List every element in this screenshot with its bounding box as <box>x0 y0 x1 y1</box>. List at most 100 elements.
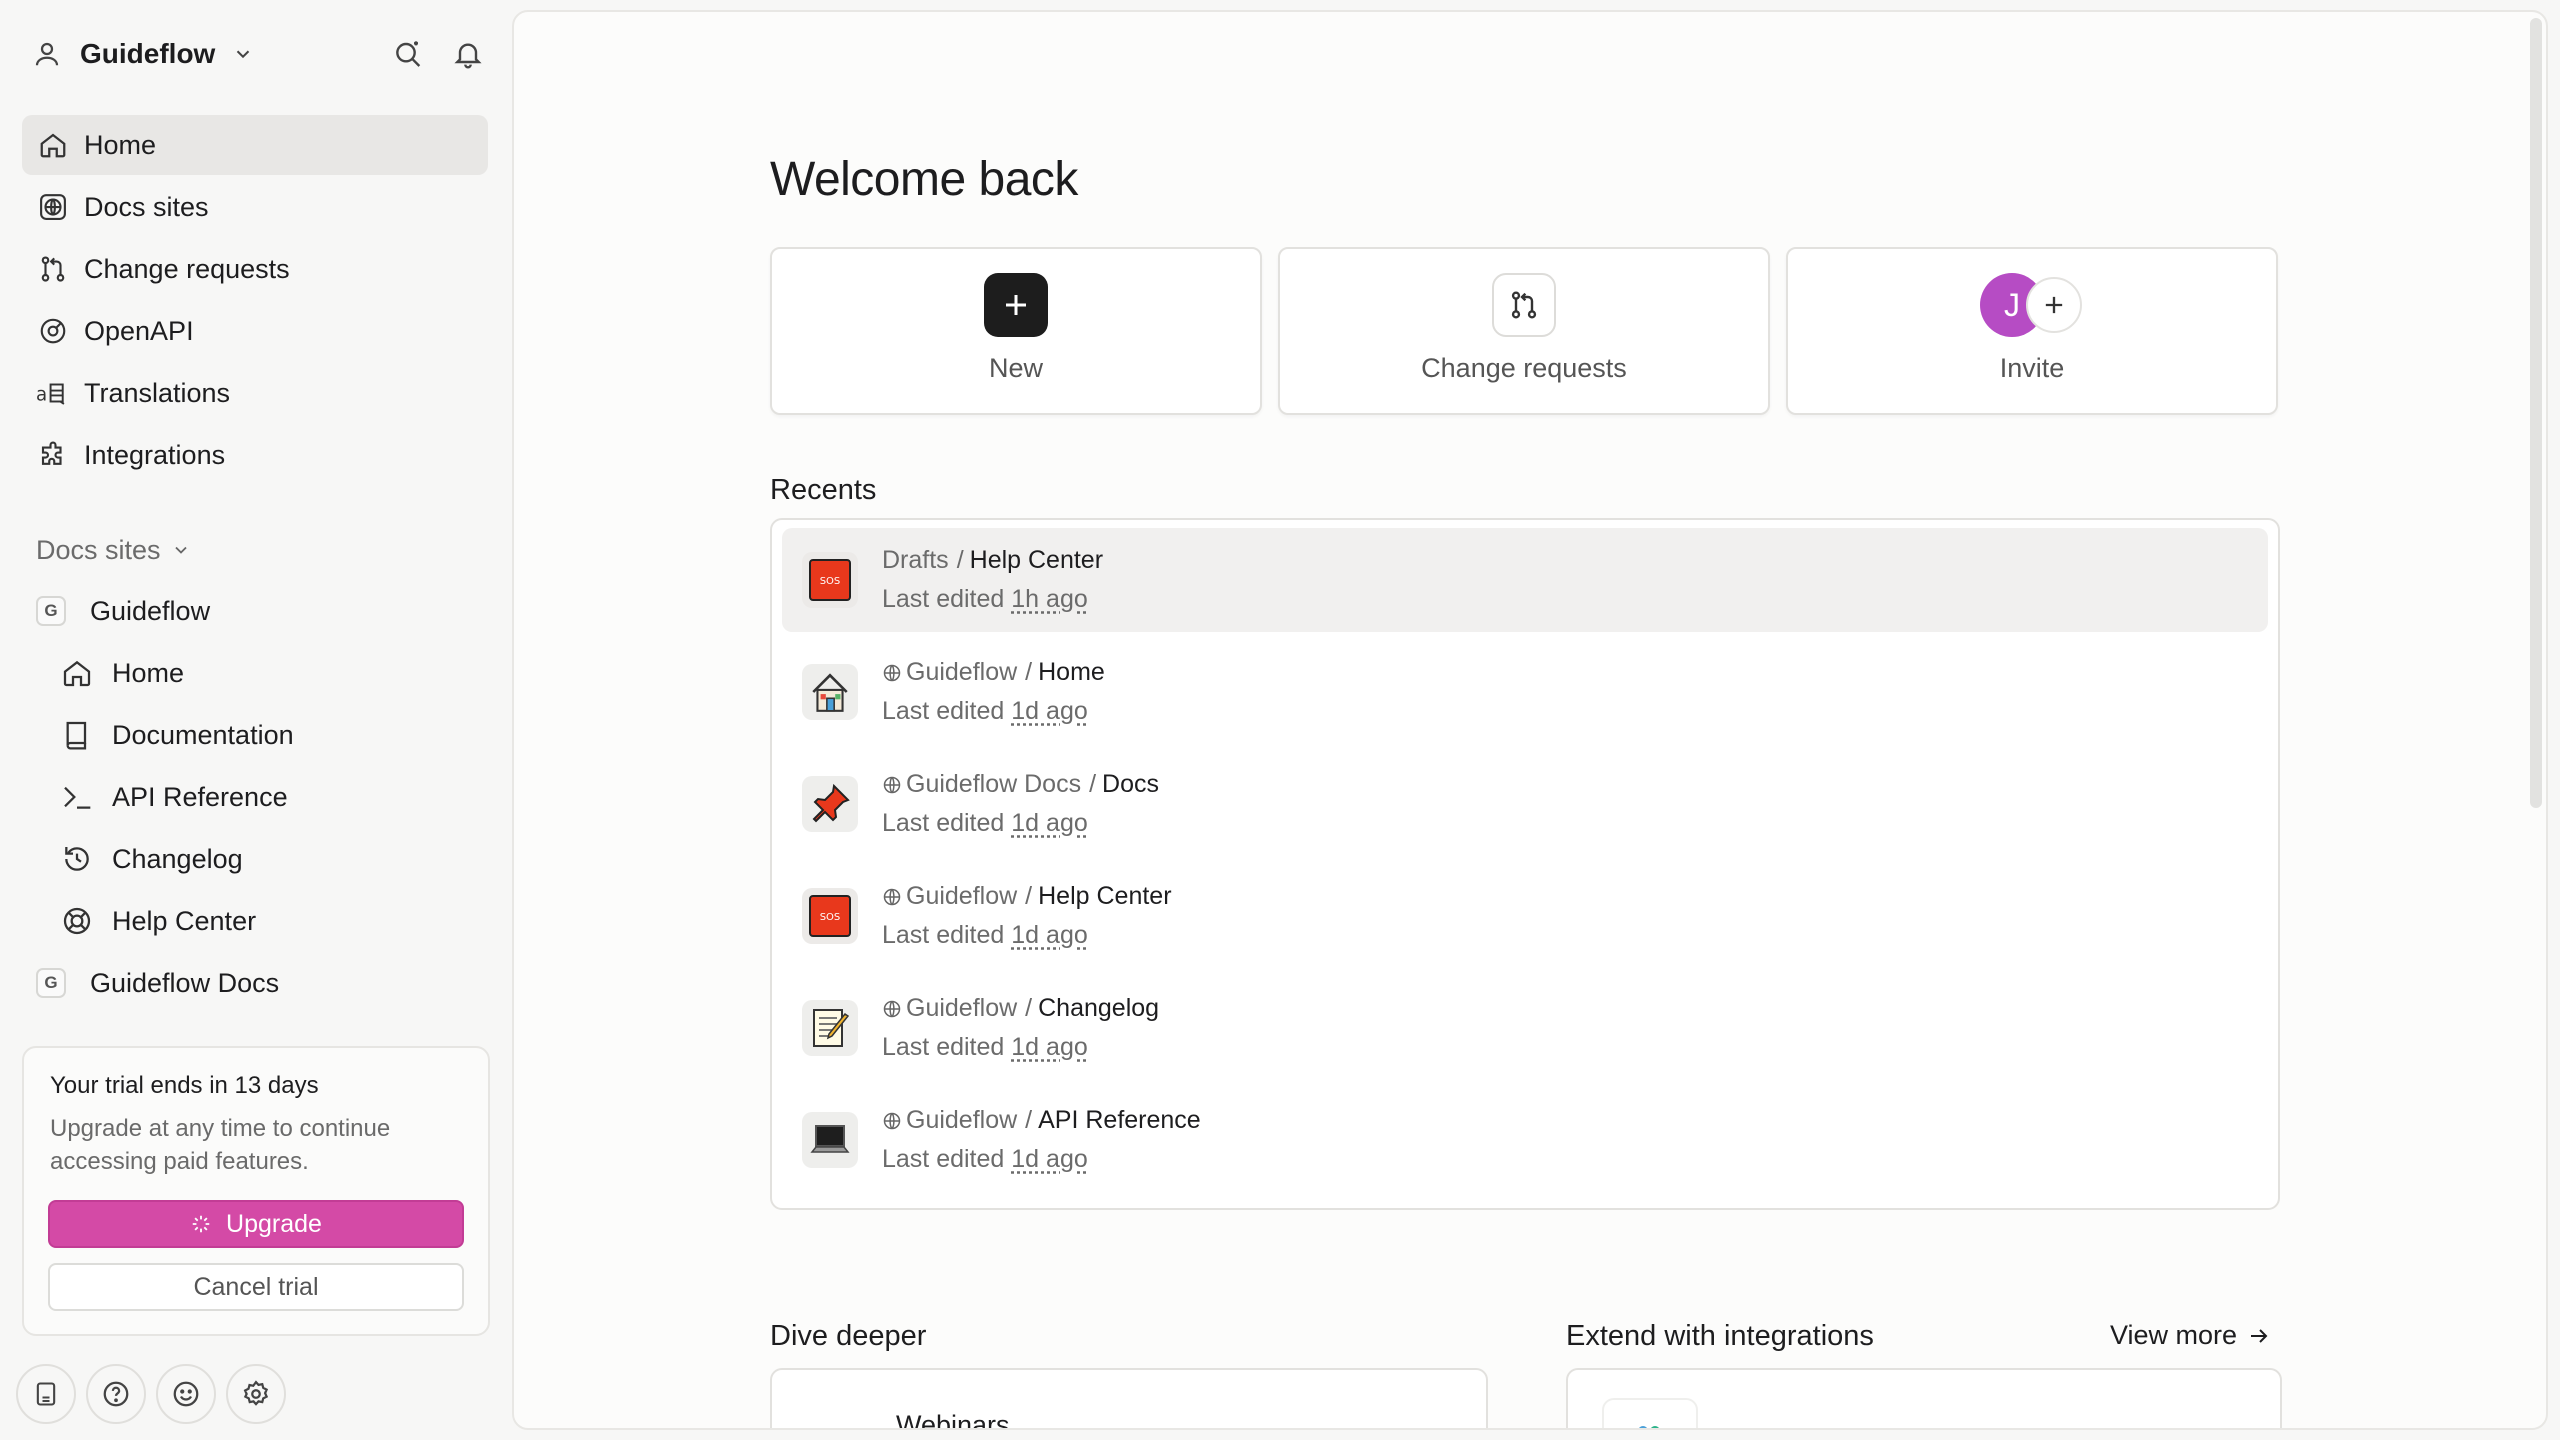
settings-gear-icon[interactable] <box>226 1364 286 1424</box>
feedback-smiley-icon[interactable] <box>156 1364 216 1424</box>
site-page-label: Help Center <box>112 905 257 936</box>
integration-logo-icon <box>1602 1398 1698 1428</box>
path-separator: / <box>956 546 964 574</box>
list-item[interactable]: SOS Drafts / Help Center Last edited 1h … <box>782 528 2268 632</box>
globe-icon <box>882 999 902 1019</box>
nav-label: Integrations <box>84 439 226 470</box>
timestamp: 1d ago <box>1011 921 1088 949</box>
space-name: Guideflow <box>906 994 1018 1022</box>
site-badge: G <box>36 596 66 626</box>
sidebar: Guideflow Home Docs sites Change request… <box>0 0 510 1440</box>
new-button[interactable]: New <box>770 247 1262 415</box>
header-actions <box>388 34 488 74</box>
site-name: Guideflow Docs <box>90 967 280 998</box>
main-panel: Welcome back New Change requests J Invit… <box>512 10 2548 1430</box>
recent-meta: Last edited 1d ago <box>882 921 1172 950</box>
page-name: Docs <box>1102 770 1159 798</box>
chevron-down-icon[interactable] <box>229 40 257 68</box>
nav-item-home[interactable]: Home <box>22 115 488 175</box>
page-name: Changelog <box>1038 994 1160 1022</box>
arrow-right-icon <box>2247 1324 2271 1348</box>
workspace-name[interactable]: Guideflow <box>80 38 215 70</box>
svg-text:SOS: SOS <box>820 912 841 923</box>
timestamp: 1d ago <box>1011 697 1088 725</box>
upgrade-button[interactable]: Upgrade <box>48 1200 464 1248</box>
puzzle-icon <box>36 438 70 472</box>
recent-texts: Drafts / Help Center Last edited 1h ago <box>882 546 1103 614</box>
scrollbar[interactable] <box>2530 18 2542 808</box>
recent-meta: Last edited 1d ago <box>882 809 1159 838</box>
site-page-api-reference[interactable]: API Reference <box>22 766 488 828</box>
openapi-icon <box>36 314 70 348</box>
app-window: Guideflow Home Docs sites Change request… <box>0 0 2560 1440</box>
list-item[interactable]: Guideflow / API Reference Last edited 1d… <box>782 1088 2268 1192</box>
space-name: Guideflow Docs <box>906 770 1082 798</box>
help-icon[interactable] <box>86 1364 146 1424</box>
site-badge: G <box>36 968 66 998</box>
webinars-card[interactable]: Webinars <box>770 1368 1488 1428</box>
nav-item-openapi[interactable]: OpenAPI <box>22 301 488 361</box>
invite-button[interactable]: J Invite <box>1786 247 2278 415</box>
change-requests-button[interactable]: Change requests <box>1278 247 1770 415</box>
user-icon[interactable] <box>28 35 66 73</box>
meta-prefix: Last edited <box>882 697 1005 725</box>
recent-meta: Last edited 1h ago <box>882 585 1103 614</box>
recent-meta: Last edited 1d ago <box>882 697 1105 726</box>
ai-search-icon[interactable] <box>388 34 428 74</box>
site-item-guideflow[interactable]: G Guideflow <box>22 580 488 642</box>
git-pull-icon <box>1492 273 1556 337</box>
upgrade-label: Upgrade <box>226 1209 322 1238</box>
nav-item-translations[interactable]: a Translations <box>22 363 488 423</box>
recents-list: SOS Drafts / Help Center Last edited 1h … <box>770 518 2280 1210</box>
view-more-label: View more <box>2110 1320 2238 1350</box>
timestamp: 1d ago <box>1011 1033 1088 1061</box>
page-name: API Reference <box>1038 1106 1201 1134</box>
site-item-guideflow-docs[interactable]: G Guideflow Docs <box>22 952 488 1014</box>
pushpin-icon <box>802 776 858 832</box>
site-page-help-center[interactable]: Help Center <box>22 890 488 952</box>
nav-label: OpenAPI <box>84 315 194 346</box>
site-page-label: Changelog <box>112 843 243 874</box>
home-icon <box>58 654 96 692</box>
workspace-header: Guideflow <box>28 30 488 78</box>
page-title: Welcome back <box>770 153 1078 206</box>
svg-text:SOS: SOS <box>820 576 841 587</box>
list-item[interactable]: Guideflow Docs / Docs Last edited 1d ago <box>782 752 2268 856</box>
nav-item-change-requests[interactable]: Change requests <box>22 239 488 299</box>
recent-texts: Guideflow / Changelog Last edited 1d ago <box>882 994 1159 1062</box>
list-item[interactable]: Guideflow / Changelog Last edited 1d ago <box>782 976 2268 1080</box>
view-more-link[interactable]: View more <box>2110 1320 2271 1351</box>
path-separator: / <box>1025 882 1033 910</box>
integration-card[interactable] <box>1566 1368 2282 1428</box>
site-page-documentation[interactable]: Documentation <box>22 704 488 766</box>
recent-texts: Guideflow / Home Last edited 1d ago <box>882 658 1105 726</box>
site-page-home[interactable]: Home <box>22 642 488 704</box>
meta-prefix: Last edited <box>882 1145 1005 1173</box>
meta-prefix: Last edited <box>882 1033 1005 1061</box>
path-separator: / <box>1025 994 1033 1022</box>
space-name: Guideflow <box>906 1106 1018 1134</box>
recent-texts: Guideflow / Help Center Last edited 1d a… <box>882 882 1172 950</box>
trial-description: Upgrade at any time to continue accessin… <box>50 1115 391 1175</box>
docs-sites-section-toggle[interactable]: Docs sites <box>36 530 191 570</box>
sos-icon: SOS <box>802 552 858 608</box>
list-item[interactable]: Guideflow / Home Last edited 1d ago <box>782 640 2268 744</box>
docs-book-icon[interactable] <box>16 1364 76 1424</box>
nav-item-docs-sites[interactable]: Docs sites <box>22 177 488 237</box>
plus-icon <box>984 273 1048 337</box>
memo-icon <box>802 1000 858 1056</box>
terminal-icon <box>58 778 96 816</box>
action-label: Invite <box>1999 353 2065 383</box>
site-page-changelog[interactable]: Changelog <box>22 828 488 890</box>
list-item[interactable]: SOS Guideflow / Help Center Last edited … <box>782 864 2268 968</box>
cancel-trial-button[interactable]: Cancel trial <box>48 1263 464 1311</box>
nav-item-integrations[interactable]: Integrations <box>22 425 488 485</box>
space-name: Guideflow <box>906 658 1018 686</box>
recent-path: Guideflow / Home <box>882 658 1105 687</box>
page-name: Help Center <box>1038 882 1172 910</box>
recent-texts: Guideflow / API Reference Last edited 1d… <box>882 1106 1201 1174</box>
dive-deeper-heading: Dive deeper <box>770 1320 927 1352</box>
path-separator: / <box>1025 658 1033 686</box>
invite-graphic: J <box>1980 273 2084 337</box>
bell-icon[interactable] <box>448 34 488 74</box>
